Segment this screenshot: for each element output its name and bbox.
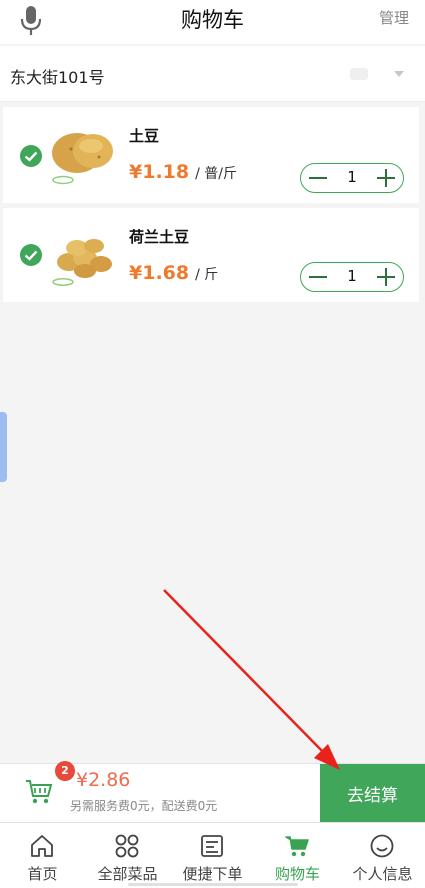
checked-icon[interactable] xyxy=(19,144,43,168)
cart-icon[interactable] xyxy=(24,776,54,806)
tab-cart[interactable]: 购物车 xyxy=(255,823,340,888)
checkout-button[interactable]: 去结算 xyxy=(320,764,425,823)
tab-label: 购物车 xyxy=(274,865,320,883)
tab-all-dishes[interactable]: 全部菜品 xyxy=(85,823,170,888)
item-name: 土豆 xyxy=(129,127,160,145)
price-line: ¥1.18 / 普/斤 xyxy=(129,161,237,183)
address-placeholder-mark xyxy=(350,68,368,80)
address-selector[interactable]: 东大街101号 xyxy=(0,46,425,102)
plus-icon[interactable] xyxy=(369,164,403,192)
bottom-tab-bar: 首页 全部菜品 便捷下单 购物车 个人信息 xyxy=(0,822,425,888)
potato-image xyxy=(52,239,112,286)
smile-icon xyxy=(370,834,394,858)
item-price: ¥1.68 xyxy=(129,262,190,284)
grid-icon xyxy=(115,834,139,858)
checked-icon[interactable] xyxy=(19,243,43,267)
tab-home[interactable]: 首页 xyxy=(0,823,85,888)
home-icon xyxy=(31,835,53,857)
plus-icon[interactable] xyxy=(369,263,403,291)
cart-item: 土豆 ¥1.18 / 普/斤 1 xyxy=(3,107,419,203)
cart-icon xyxy=(285,836,309,857)
quantity-stepper: 1 xyxy=(300,163,404,193)
floating-side-handle[interactable] xyxy=(0,412,7,482)
tab-label: 便捷下单 xyxy=(182,865,243,883)
tab-profile[interactable]: 个人信息 xyxy=(340,823,425,888)
tab-label: 个人信息 xyxy=(352,865,413,883)
tab-label: 全部菜品 xyxy=(97,865,158,883)
item-unit: / 普/斤 xyxy=(195,166,237,182)
minus-icon[interactable] xyxy=(301,164,335,192)
quantity-value[interactable]: 1 xyxy=(335,168,369,186)
manage-button[interactable]: 管理 xyxy=(379,7,409,28)
price-line: ¥1.68 / 斤 xyxy=(129,262,218,284)
home-indicator xyxy=(128,883,298,886)
quantity-stepper: 1 xyxy=(300,262,404,292)
fees-note: 另需服务费0元，配送费0元 xyxy=(70,799,218,813)
top-bar: 购物车 管理 xyxy=(0,0,425,44)
address-text: 东大街101号 xyxy=(10,68,105,87)
tab-label: 首页 xyxy=(27,865,58,883)
item-price: ¥1.18 xyxy=(129,161,190,183)
list-icon xyxy=(201,835,223,857)
item-name: 荷兰土豆 xyxy=(129,228,190,246)
cart-count-badge: 2 xyxy=(55,761,75,781)
potato-image xyxy=(52,133,113,185)
page-title: 购物车 xyxy=(181,8,244,32)
quantity-value[interactable]: 1 xyxy=(335,267,369,285)
item-unit: / 斤 xyxy=(195,267,219,283)
chevron-down-icon[interactable] xyxy=(394,71,404,77)
cart-total: ¥2.86 xyxy=(76,769,131,791)
cart-item: 荷兰土豆 ¥1.68 / 斤 1 xyxy=(3,208,419,302)
minus-icon[interactable] xyxy=(301,263,335,291)
tab-quick-order[interactable]: 便捷下单 xyxy=(170,823,255,888)
